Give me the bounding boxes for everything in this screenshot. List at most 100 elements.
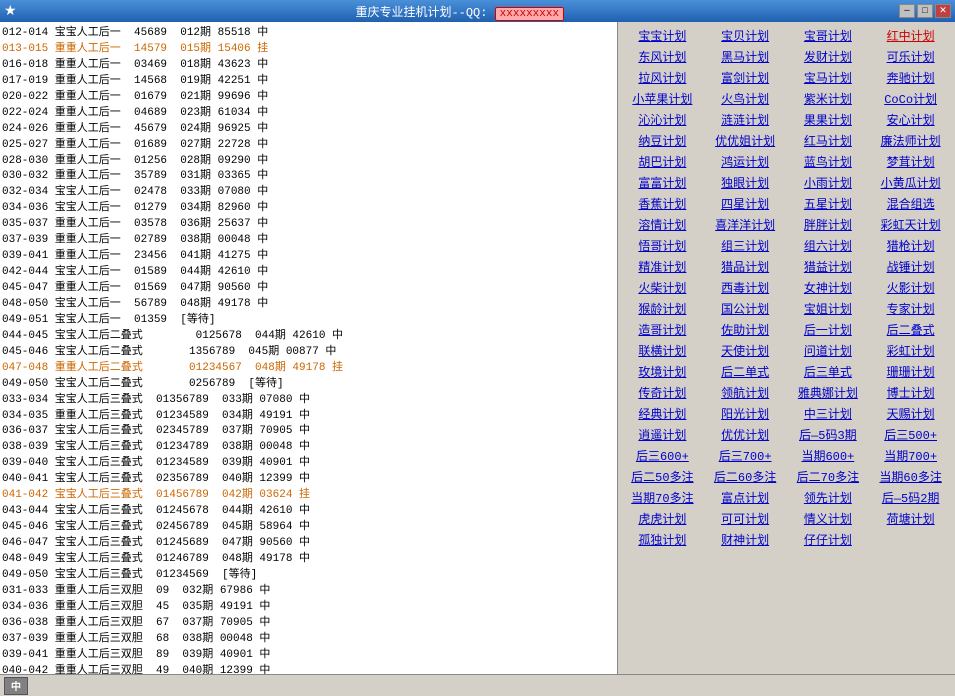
plan-link[interactable]: 涟涟计划 — [705, 110, 786, 129]
plan-link[interactable]: 造哥计划 — [622, 320, 703, 339]
plan-link[interactable]: 后二60多注 — [705, 467, 786, 486]
minimize-button[interactable]: ─ — [899, 4, 915, 18]
plan-link[interactable]: 小黄瓜计划 — [870, 173, 951, 192]
plan-link[interactable]: 专家计划 — [870, 299, 951, 318]
plan-link[interactable]: 逍遥计划 — [622, 425, 703, 444]
plan-link[interactable]: 后三700+ — [705, 446, 786, 465]
plan-link[interactable]: 后二50多注 — [622, 467, 703, 486]
plan-link[interactable]: 混合组选 — [870, 194, 951, 213]
plan-link[interactable]: 传奇计划 — [622, 383, 703, 402]
plan-link[interactable]: 领先计划 — [788, 488, 869, 507]
plan-link[interactable]: 仔仔计划 — [788, 530, 869, 549]
plan-link[interactable]: 安心计划 — [870, 110, 951, 129]
plan-link[interactable]: 梦茸计划 — [870, 152, 951, 171]
plan-link[interactable]: 战锤计划 — [870, 257, 951, 276]
plan-link[interactable]: 女神计划 — [788, 278, 869, 297]
plan-link[interactable]: 天使计划 — [705, 341, 786, 360]
plan-link[interactable]: 虎虎计划 — [622, 509, 703, 528]
plan-link[interactable]: 黑马计划 — [705, 47, 786, 66]
plan-link[interactable]: 宝贝计划 — [705, 26, 786, 45]
plan-link[interactable]: 组六计划 — [788, 236, 869, 255]
plan-link[interactable]: 彩虹计划 — [870, 341, 951, 360]
plan-link[interactable]: 博士计划 — [870, 383, 951, 402]
plan-link[interactable]: 优优计划 — [705, 425, 786, 444]
plan-link[interactable]: 珊珊计划 — [870, 362, 951, 381]
plan-link[interactable]: 玫境计划 — [622, 362, 703, 381]
plan-link[interactable]: 奔驰计划 — [870, 68, 951, 87]
plan-link[interactable]: 当期70多注 — [622, 488, 703, 507]
plan-link[interactable]: 胡巴计划 — [622, 152, 703, 171]
plan-link[interactable]: 优优姐计划 — [705, 131, 786, 150]
plan-link[interactable]: 后—5码2期 — [870, 488, 951, 507]
plan-link[interactable]: 孤独计划 — [622, 530, 703, 549]
plan-link[interactable]: 胖胖计划 — [788, 215, 869, 234]
plan-link[interactable]: 小苹果计划 — [622, 89, 703, 108]
plan-link[interactable]: 可乐计划 — [870, 47, 951, 66]
plan-list[interactable]: 012-014 宝宝人工后一 45689 012期 85518 中013-015… — [0, 22, 617, 674]
plan-link[interactable]: CoCo计划 — [870, 89, 951, 108]
plan-link[interactable]: 五星计划 — [788, 194, 869, 213]
plan-link[interactable]: 猎品计划 — [705, 257, 786, 276]
plan-link[interactable]: 精准计划 — [622, 257, 703, 276]
plan-link[interactable]: 经典计划 — [622, 404, 703, 423]
qq-value[interactable]: xxxxxxxxx — [495, 7, 564, 21]
plan-link[interactable]: 宝哥计划 — [788, 26, 869, 45]
plan-link[interactable]: 宝宝计划 — [622, 26, 703, 45]
plan-link[interactable]: 红马计划 — [788, 131, 869, 150]
plan-link[interactable]: 紫米计划 — [788, 89, 869, 108]
plan-link[interactable]: 东风计划 — [622, 47, 703, 66]
plan-link[interactable]: 后二叠式 — [870, 320, 951, 339]
plan-link[interactable]: 猴龄计划 — [622, 299, 703, 318]
close-button[interactable]: ✕ — [935, 4, 951, 18]
plan-link[interactable]: 荷塘计划 — [870, 509, 951, 528]
plan-link[interactable]: 小雨计划 — [788, 173, 869, 192]
plan-link[interactable]: 红中计划 — [870, 26, 951, 45]
plan-link[interactable]: 后三600+ — [622, 446, 703, 465]
plan-link[interactable]: 天赐计划 — [870, 404, 951, 423]
plan-link[interactable]: 可可计划 — [705, 509, 786, 528]
plan-link[interactable]: 领航计划 — [705, 383, 786, 402]
plan-link[interactable]: 阳光计划 — [705, 404, 786, 423]
plan-link[interactable]: 中三计划 — [788, 404, 869, 423]
plan-link[interactable]: 当期600+ — [788, 446, 869, 465]
plan-link[interactable]: 独眼计划 — [705, 173, 786, 192]
plan-link[interactable]: 香蕉计划 — [622, 194, 703, 213]
plan-link[interactable]: 猎枪计划 — [870, 236, 951, 255]
plan-link[interactable]: 后—5码3期 — [788, 425, 869, 444]
plan-link[interactable]: 富富计划 — [622, 173, 703, 192]
plan-link[interactable]: 蓝鸟计划 — [788, 152, 869, 171]
plan-link[interactable]: 佐助计划 — [705, 320, 786, 339]
plan-link[interactable]: 彩虹天计划 — [870, 215, 951, 234]
plan-link[interactable]: 后二70多注 — [788, 467, 869, 486]
plan-link[interactable]: 情义计划 — [788, 509, 869, 528]
plan-link[interactable]: 果果计划 — [788, 110, 869, 129]
plan-link[interactable]: 宝姐计划 — [788, 299, 869, 318]
maximize-button[interactable]: □ — [917, 4, 933, 18]
plan-link[interactable]: 悟哥计划 — [622, 236, 703, 255]
plan-link[interactable]: 当期60多注 — [870, 467, 951, 486]
plan-link[interactable]: 火影计划 — [870, 278, 951, 297]
plan-link[interactable]: 联横计划 — [622, 341, 703, 360]
plan-link[interactable]: 猎益计划 — [788, 257, 869, 276]
plan-link[interactable]: 财神计划 — [705, 530, 786, 549]
plan-link[interactable]: 廉法师计划 — [870, 131, 951, 150]
plan-link[interactable]: 后二单式 — [705, 362, 786, 381]
plan-link[interactable]: 溶情计划 — [622, 215, 703, 234]
plan-link[interactable]: 当期700+ — [870, 446, 951, 465]
plan-link[interactable]: 四星计划 — [705, 194, 786, 213]
plan-link[interactable]: 后一计划 — [788, 320, 869, 339]
plan-link[interactable]: 沁沁计划 — [622, 110, 703, 129]
plan-link[interactable]: 纳豆计划 — [622, 131, 703, 150]
plan-link[interactable]: 发财计划 — [788, 47, 869, 66]
plan-link[interactable]: 问道计划 — [788, 341, 869, 360]
plan-link[interactable]: 后三500+ — [870, 425, 951, 444]
plan-link[interactable]: 富点计划 — [705, 488, 786, 507]
plan-link[interactable]: 宝马计划 — [788, 68, 869, 87]
plan-link[interactable]: 雅典娜计划 — [788, 383, 869, 402]
plan-link[interactable]: 喜洋洋计划 — [705, 215, 786, 234]
plan-link[interactable]: 组三计划 — [705, 236, 786, 255]
plan-link[interactable]: 西毒计划 — [705, 278, 786, 297]
plan-link[interactable]: 富剑计划 — [705, 68, 786, 87]
plan-link[interactable]: 后三单式 — [788, 362, 869, 381]
plan-link[interactable]: 拉风计划 — [622, 68, 703, 87]
